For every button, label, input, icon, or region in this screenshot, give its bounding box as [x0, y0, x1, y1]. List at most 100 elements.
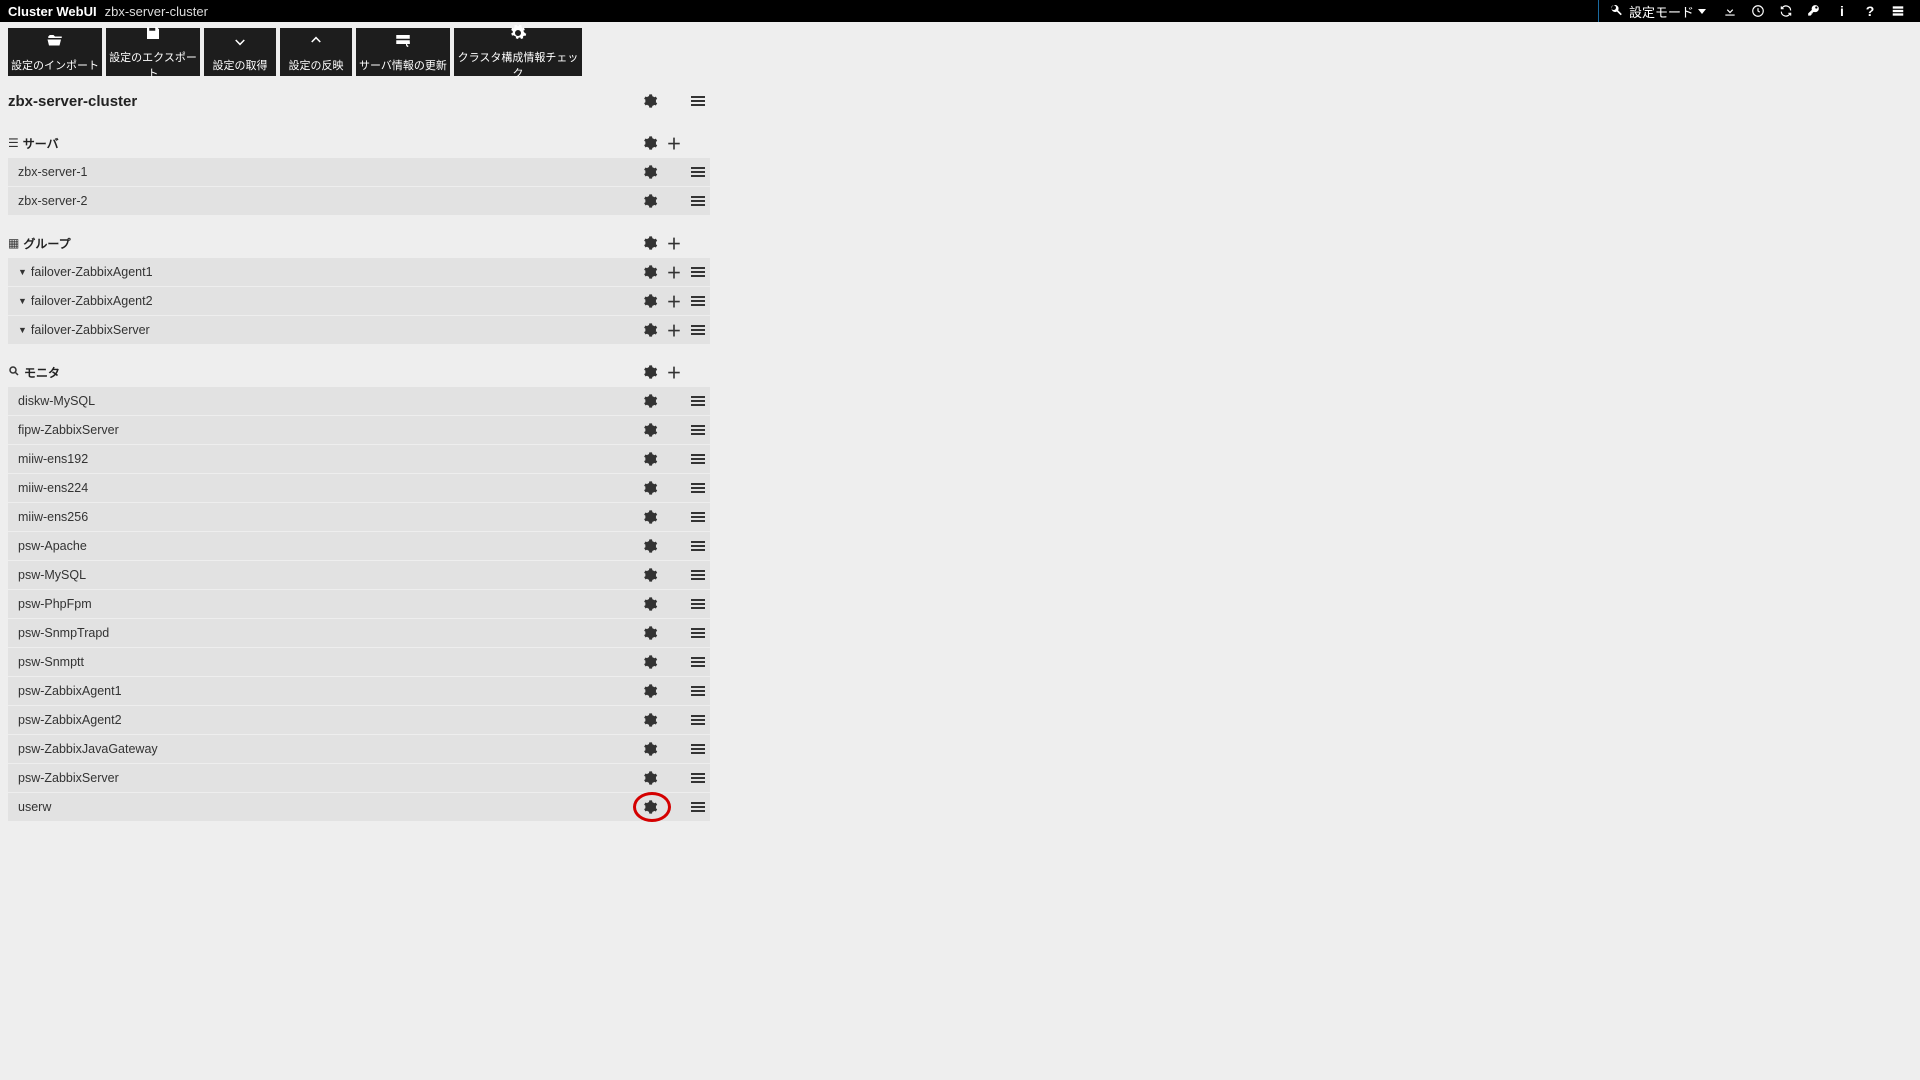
row-label: failover-ZabbixAgent2 — [31, 294, 638, 308]
menu-icon[interactable] — [691, 452, 705, 466]
plus-icon[interactable]: ＋ — [665, 292, 683, 310]
monitor-row[interactable]: miiw-ens192 — [8, 445, 710, 474]
export-button[interactable]: 設定のエクスポート — [106, 28, 200, 76]
group-row[interactable]: ▼failover-ZabbixAgent1＋ — [8, 258, 710, 287]
chevron-down-icon — [1698, 9, 1706, 14]
refresh-server-button[interactable]: サーバ情報の更新 — [356, 28, 450, 76]
gear-icon[interactable] — [641, 234, 659, 252]
monitor-row[interactable]: psw-Snmptt — [8, 648, 710, 677]
check-config-button[interactable]: クラスタ構成情報チェック — [454, 28, 582, 76]
list-icon: ☰ — [8, 136, 19, 150]
info-icon[interactable]: i — [1828, 0, 1856, 22]
monitor-row[interactable]: psw-Apache — [8, 532, 710, 561]
menu-icon[interactable] — [691, 539, 705, 553]
monitor-row[interactable]: psw-ZabbixAgent1 — [8, 677, 710, 706]
menu-icon[interactable] — [691, 194, 705, 208]
get-config-button[interactable]: 設定の取得 — [204, 28, 276, 76]
gear-icon[interactable] — [641, 92, 659, 110]
app-title: Cluster WebUI — [8, 4, 97, 19]
gear-icon[interactable] — [641, 682, 659, 700]
gear-icon[interactable] — [641, 192, 659, 210]
gear-icon[interactable] — [641, 421, 659, 439]
group-row[interactable]: ▼failover-ZabbixAgent2＋ — [8, 287, 710, 316]
mode-dropdown[interactable]: 設定モード — [1598, 0, 1716, 22]
gear-icon[interactable] — [641, 566, 659, 584]
gear-icon[interactable] — [641, 450, 659, 468]
gear-icon[interactable] — [641, 711, 659, 729]
monitor-row[interactable]: psw-ZabbixAgent2 — [8, 706, 710, 735]
apply-config-button[interactable]: 設定の反映 — [280, 28, 352, 76]
gear-icon[interactable] — [641, 292, 659, 310]
monitor-row[interactable]: psw-SnmpTrapd — [8, 619, 710, 648]
monitor-row[interactable]: psw-MySQL — [8, 561, 710, 590]
gear-icon[interactable] — [641, 537, 659, 555]
gear-icon[interactable] — [641, 321, 659, 339]
menu-icon[interactable] — [691, 165, 705, 179]
menu-icon[interactable] — [691, 626, 705, 640]
menu-icon[interactable] — [691, 597, 705, 611]
menu-icon[interactable] — [691, 771, 705, 785]
gear-icon[interactable] — [641, 740, 659, 758]
panel-icon[interactable] — [1884, 0, 1912, 22]
gear-icon[interactable] — [641, 769, 659, 787]
gear-icon[interactable] — [641, 595, 659, 613]
monitor-row[interactable]: diskw-MySQL — [8, 387, 710, 416]
check-config-label: クラスタ構成情報チェック — [454, 49, 582, 81]
gear-icon[interactable] — [641, 134, 659, 152]
servers-header: ☰ サーバ ＋ — [8, 128, 710, 158]
group-row[interactable]: ▼failover-ZabbixServer＋ — [8, 316, 710, 345]
monitor-row[interactable]: psw-PhpFpm — [8, 590, 710, 619]
menu-icon[interactable] — [691, 655, 705, 669]
wrench-icon — [1609, 3, 1623, 20]
key-icon[interactable] — [1800, 0, 1828, 22]
gear-icon[interactable] — [641, 624, 659, 642]
gear-icon[interactable] — [641, 163, 659, 181]
import-label: 設定のインポート — [11, 57, 99, 73]
gear-icon[interactable] — [641, 479, 659, 497]
monitor-row[interactable]: miiw-ens224 — [8, 474, 710, 503]
gear-icon[interactable] — [641, 363, 659, 381]
menu-icon[interactable] — [691, 481, 705, 495]
gear-icon[interactable] — [641, 653, 659, 671]
import-button[interactable]: 設定のインポート — [8, 28, 102, 76]
monitor-row[interactable]: psw-ZabbixServer — [8, 764, 710, 793]
menu-icon[interactable] — [691, 265, 705, 279]
plus-icon[interactable]: ＋ — [665, 363, 683, 381]
monitor-row[interactable]: userw — [8, 793, 710, 822]
gear-icon[interactable] — [641, 263, 659, 281]
row-label: psw-ZabbixAgent2 — [18, 713, 638, 727]
monitor-row[interactable]: miiw-ens256 — [8, 503, 710, 532]
monitor-row[interactable]: fipw-ZabbixServer — [8, 416, 710, 445]
menu-icon[interactable] — [691, 684, 705, 698]
gear-icon[interactable] — [641, 508, 659, 526]
topbar-icons: i ? — [1716, 0, 1912, 22]
menu-icon[interactable] — [691, 713, 705, 727]
menu-icon[interactable] — [691, 323, 705, 337]
cluster-name-heading: zbx-server-cluster — [8, 93, 638, 110]
monitor-row[interactable]: psw-ZabbixJavaGateway — [8, 735, 710, 764]
topbar-cluster-name: zbx-server-cluster — [105, 4, 208, 19]
download-icon[interactable] — [1716, 0, 1744, 22]
server-row[interactable]: zbx-server-2 — [8, 187, 710, 216]
plus-icon[interactable]: ＋ — [665, 134, 683, 152]
menu-icon[interactable] — [691, 294, 705, 308]
plus-icon[interactable]: ＋ — [665, 263, 683, 281]
menu-icon[interactable] — [691, 394, 705, 408]
help-icon[interactable]: ? — [1856, 0, 1884, 22]
servers-header-label: サーバ — [23, 135, 638, 152]
menu-icon[interactable] — [691, 800, 705, 814]
server-row[interactable]: zbx-server-1 — [8, 158, 710, 187]
server-refresh-icon — [392, 32, 414, 53]
menu-icon[interactable] — [691, 423, 705, 437]
row-label: failover-ZabbixAgent1 — [31, 265, 638, 279]
gear-icon[interactable] — [641, 798, 659, 816]
plus-icon[interactable]: ＋ — [665, 321, 683, 339]
gear-icon[interactable] — [641, 392, 659, 410]
menu-icon[interactable] — [691, 568, 705, 582]
menu-icon[interactable] — [691, 742, 705, 756]
clock-icon[interactable] — [1744, 0, 1772, 22]
menu-icon[interactable] — [691, 94, 705, 108]
plus-icon[interactable]: ＋ — [665, 234, 683, 252]
menu-icon[interactable] — [691, 510, 705, 524]
refresh-icon[interactable] — [1772, 0, 1800, 22]
